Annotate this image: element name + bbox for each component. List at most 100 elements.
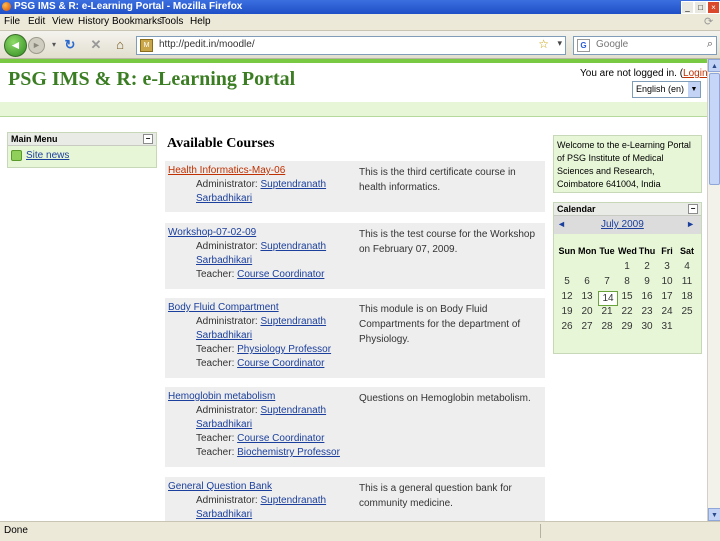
search-input[interactable] — [596, 38, 696, 51]
calendar-day[interactable]: 9 — [638, 276, 656, 287]
person-link[interactable]: Course Coordinator — [237, 433, 324, 444]
person-link[interactable]: Course Coordinator — [237, 269, 324, 280]
calendar-day[interactable]: 25 — [678, 306, 696, 317]
home-icon[interactable]: ⌂ — [112, 37, 128, 53]
calendar-day[interactable]: 5 — [558, 276, 576, 287]
calendar-day[interactable]: 24 — [658, 306, 676, 317]
calendar-day[interactable]: 19 — [558, 306, 576, 317]
maximize-icon[interactable]: □ — [694, 1, 707, 14]
person-link[interactable]: Sarbadhikari — [196, 419, 252, 430]
menu-history[interactable]: History — [78, 16, 109, 27]
site-favicon-icon: M — [140, 39, 153, 52]
menu-file[interactable]: File — [4, 16, 20, 27]
menu-bookmarks[interactable]: Bookmarks — [112, 16, 162, 27]
course-description: This is the test course for the Workshop… — [359, 229, 536, 255]
calendar-day[interactable]: 3 — [658, 261, 676, 272]
menu-view[interactable]: View — [52, 16, 74, 27]
person-link[interactable]: Course Coordinator — [237, 358, 324, 369]
person-link[interactable]: Sarbadhikari — [196, 509, 252, 520]
course-description: Questions on Hemoglobin metabolism. — [359, 393, 531, 404]
prev-month-icon[interactable]: ◄ — [557, 219, 566, 229]
person-link[interactable]: Sarbadhikari — [196, 330, 252, 341]
forward-arrow-icon[interactable]: ► — [28, 37, 45, 54]
course-role: Sarbadhikari — [196, 330, 252, 341]
search-icon[interactable]: ⌕ — [707, 38, 713, 51]
calendar-day[interactable]: 7 — [598, 276, 616, 287]
person-link[interactable]: Suptendranath — [260, 179, 326, 190]
login-link[interactable]: Login — [683, 68, 707, 79]
course-link[interactable]: General Question Bank — [168, 481, 272, 492]
stop-icon[interactable]: ✕ — [88, 37, 104, 53]
window-titlebar: PSG IMS & R: e-Learning Portal - Mozilla… — [0, 0, 720, 14]
calendar-day[interactable]: 8 — [618, 276, 636, 287]
calendar-day[interactable]: 12 — [558, 291, 576, 302]
course-link[interactable]: Body Fluid Compartment — [168, 302, 279, 313]
calendar-day[interactable]: 15 — [618, 291, 636, 302]
collapse-icon[interactable]: − — [143, 134, 153, 144]
person-link[interactable]: Suptendranath — [260, 405, 326, 416]
calendar-day[interactable]: 26 — [558, 321, 576, 332]
calendar-header: Calendar − — [554, 203, 701, 216]
calendar-weekday: Sat — [679, 246, 694, 256]
url-dropdown-icon[interactable]: ▾ — [557, 38, 562, 49]
back-arrow-icon[interactable]: ◄ — [4, 34, 27, 57]
course-link[interactable]: Workshop-07-02-09 — [168, 227, 256, 238]
course-link[interactable]: Hemoglobin metabolism — [168, 391, 275, 402]
bookmark-star-icon[interactable]: ☆ — [538, 37, 549, 51]
calendar-day-today[interactable]: 14 — [598, 291, 618, 306]
course-link[interactable]: Health Informatics-May-06 — [168, 165, 285, 176]
scrollbar-thumb[interactable] — [709, 73, 720, 185]
calendar-day[interactable]: 6 — [578, 276, 596, 287]
calendar-weekday: Mon — [578, 246, 597, 256]
menu-tools[interactable]: Tools — [160, 16, 183, 27]
close-icon[interactable]: × — [707, 1, 720, 14]
chevron-down-icon[interactable]: ▼ — [688, 82, 700, 97]
calendar-day[interactable]: 17 — [658, 291, 676, 302]
person-link[interactable]: Biochemistry Professor — [237, 447, 340, 458]
url-bar[interactable]: M http://pedit.in/moodle/ ☆ ▾ — [136, 36, 566, 55]
vertical-scrollbar[interactable]: ▲ ▼ — [707, 59, 720, 521]
history-dropdown-icon[interactable]: ▾ — [46, 37, 62, 53]
google-logo-icon[interactable]: G — [577, 39, 590, 52]
calendar-day[interactable]: 20 — [578, 306, 596, 317]
calendar-day[interactable]: 22 — [618, 306, 636, 317]
calendar-day[interactable]: 28 — [598, 321, 616, 332]
course-role: Teacher: Physiology Professor — [196, 344, 332, 355]
calendar-day[interactable]: 29 — [618, 321, 636, 332]
calendar-day[interactable]: 2 — [638, 261, 656, 272]
calendar-day[interactable]: 4 — [678, 261, 696, 272]
person-link[interactable]: Physiology Professor — [237, 344, 331, 355]
status-bar: Done — [0, 521, 720, 541]
main-menu-header: Main Menu − — [8, 133, 156, 146]
menu-edit[interactable]: Edit — [28, 16, 45, 27]
calendar-day[interactable]: 1 — [618, 261, 636, 272]
calendar-day[interactable]: 23 — [638, 306, 656, 317]
main-menu-item-site-news[interactable]: Site news — [11, 150, 69, 161]
search-bar[interactable]: G ⌕ — [573, 36, 717, 55]
person-link[interactable]: Suptendranath — [260, 495, 326, 506]
calendar-day[interactable]: 13 — [578, 291, 596, 302]
collapse-icon[interactable]: − — [688, 204, 698, 214]
calendar-day[interactable]: 16 — [638, 291, 656, 302]
menu-help[interactable]: Help — [190, 16, 211, 27]
site-news-link[interactable]: Site news — [26, 150, 69, 161]
person-link[interactable]: Suptendranath — [260, 241, 326, 252]
course-role: Administrator: Suptendranath — [196, 241, 327, 252]
calendar-day[interactable]: 21 — [598, 306, 616, 317]
scroll-down-icon[interactable]: ▼ — [708, 508, 720, 521]
calendar-day[interactable]: 30 — [638, 321, 656, 332]
calendar-day[interactable]: 27 — [578, 321, 596, 332]
person-link[interactable]: Sarbadhikari — [196, 255, 252, 266]
next-month-icon[interactable]: ► — [686, 219, 695, 229]
reload-icon[interactable]: ↻ — [62, 37, 78, 53]
person-link[interactable]: Sarbadhikari — [196, 193, 252, 204]
language-select[interactable]: English (en) ▼ — [632, 81, 701, 98]
calendar-day[interactable]: 18 — [678, 291, 696, 302]
scroll-up-icon[interactable]: ▲ — [708, 59, 720, 72]
calendar-day[interactable]: 10 — [658, 276, 676, 287]
calendar-day[interactable]: 11 — [678, 276, 696, 287]
person-link[interactable]: Suptendranath — [260, 316, 326, 327]
calendar-month-link[interactable]: July 2009 — [601, 219, 644, 230]
minimize-icon[interactable]: _ — [681, 1, 694, 14]
calendar-day[interactable]: 31 — [658, 321, 676, 332]
